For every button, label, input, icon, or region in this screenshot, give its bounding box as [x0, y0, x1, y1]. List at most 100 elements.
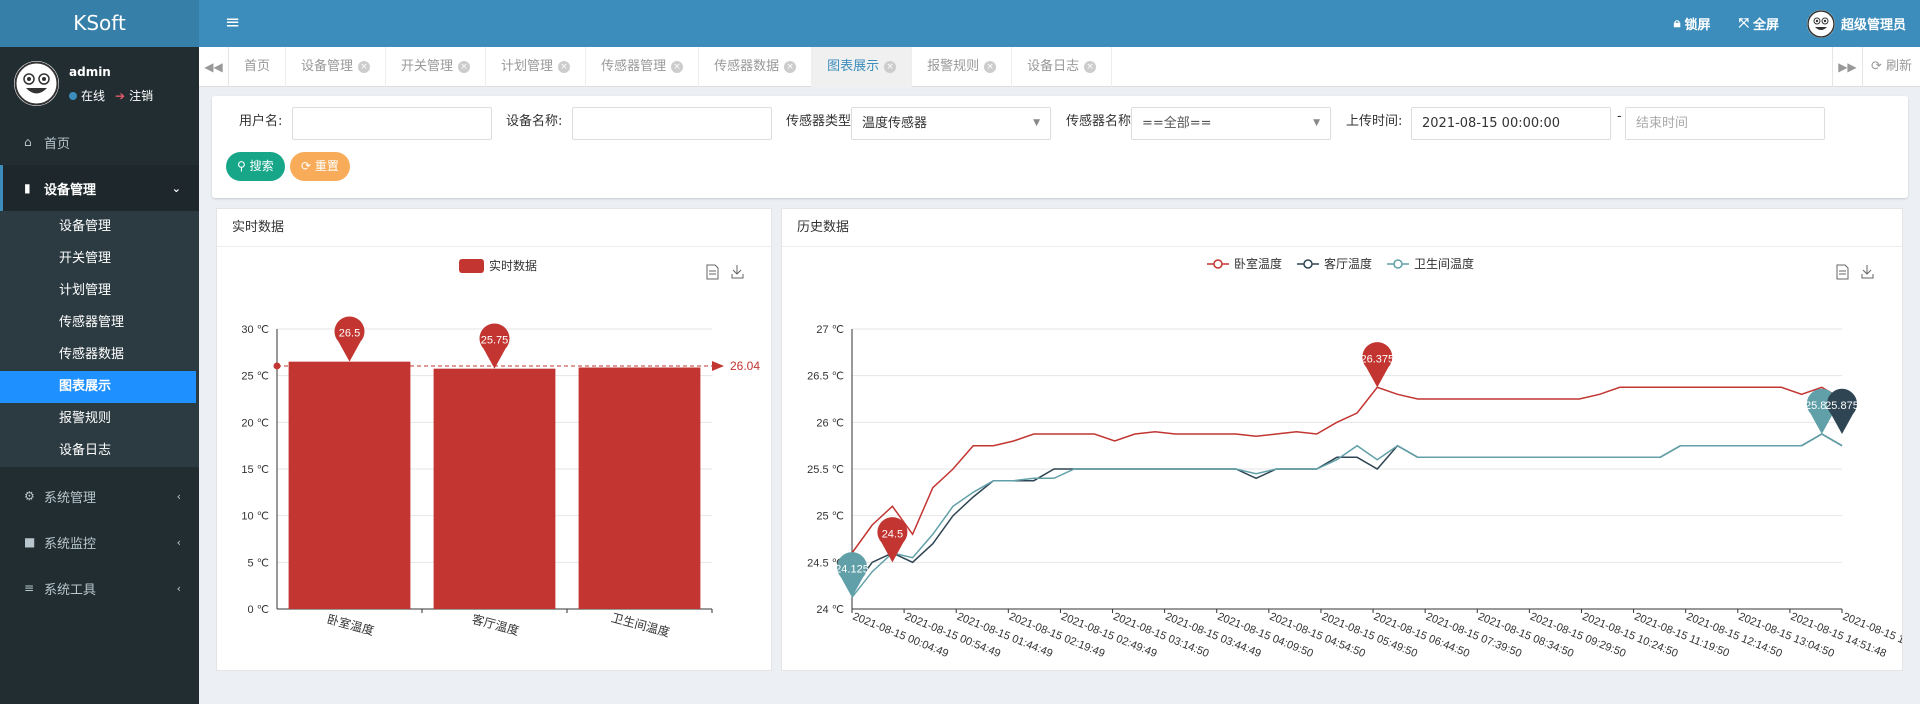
- close-icon[interactable]: ×: [671, 61, 684, 73]
- submenu-item-device[interactable]: 设备管理: [0, 211, 199, 243]
- submenu-item-sensor-data[interactable]: 传感器数据: [0, 339, 199, 371]
- sidebar-item-label: 设备管理: [44, 182, 97, 198]
- search-icon: ⚲: [237, 159, 246, 173]
- sidebar-item-label: 系统监控: [44, 536, 97, 552]
- sidebar-toggle-button[interactable]: ≡: [210, 0, 255, 47]
- tab-alarm-rule[interactable]: 报警规则 ×: [912, 47, 1013, 87]
- legend-label: 客厅温度: [1324, 256, 1372, 271]
- max-mark-pin: 25.75: [479, 323, 510, 369]
- chevron-down-icon: ▼: [1313, 118, 1320, 128]
- end-time-input[interactable]: 结束时间: [1625, 107, 1825, 140]
- bar: [578, 367, 701, 609]
- sidebar-item-system-management[interactable]: ⚙ 系统管理 ‹: [0, 473, 199, 519]
- close-icon[interactable]: ×: [458, 61, 471, 73]
- device-name-label: 设备名称:: [506, 114, 563, 129]
- mark-pin-label: 25.75: [481, 335, 509, 347]
- username-input[interactable]: [292, 107, 492, 140]
- y-tick-label: 5 ℃: [247, 557, 269, 569]
- y-tick-label: 20 ℃: [241, 417, 269, 429]
- y-tick-label: 25 ℃: [816, 511, 844, 523]
- y-tick-label: 0 ℃: [247, 604, 269, 616]
- close-icon[interactable]: ×: [884, 61, 897, 73]
- refresh-button[interactable]: ⟳ 刷新: [1861, 47, 1920, 87]
- refresh-icon: ⟳: [301, 159, 312, 173]
- range-separator: -: [1617, 109, 1622, 124]
- chevron-down-icon: ▼: [1033, 118, 1040, 128]
- sensor-name-value: ==全部==: [1142, 116, 1212, 131]
- submenu-item-alarm-rule[interactable]: 报警规则: [0, 403, 199, 435]
- sidebar: admin 在线 ➔ 注销 ⌂ 首页 ▮ 设备管理 ⌄ 设备管理 开关管理 计划…: [0, 47, 199, 704]
- y-tick-label: 26 ℃: [816, 417, 844, 429]
- average-line-arrow: [712, 360, 724, 371]
- series-line: [851, 433, 1843, 591]
- mark-pin: 24.125: [835, 552, 869, 598]
- tab-sensor-data[interactable]: 传感器数据 ×: [699, 47, 813, 87]
- mark-pin-label: 25.875: [1825, 400, 1859, 412]
- refresh-label: 刷新: [1885, 59, 1912, 74]
- submenu-item-sensor[interactable]: 传感器管理: [0, 307, 199, 339]
- search-button[interactable]: ⚲ 搜索: [226, 152, 285, 181]
- sensor-type-label: 传感器类型: [786, 114, 852, 129]
- submenu-item-device-log[interactable]: 设备日志: [0, 435, 199, 467]
- close-icon[interactable]: ×: [1084, 61, 1097, 73]
- submenu-item-chart[interactable]: 图表展示: [0, 371, 196, 403]
- legend-label: 卫生间温度: [1414, 256, 1474, 271]
- start-time-input[interactable]: 2021-08-15 00:00:00: [1411, 107, 1611, 140]
- tab-device[interactable]: 设备管理 ×: [286, 47, 387, 87]
- user-panel: admin 在线 ➔ 注销: [0, 47, 199, 119]
- tab-scroll-left-button[interactable]: ◀◀: [199, 47, 229, 87]
- close-icon[interactable]: ×: [358, 61, 371, 73]
- fullscreen-button[interactable]: ⤧ 全屏: [1739, 14, 1779, 33]
- close-icon[interactable]: ×: [784, 61, 797, 73]
- sensor-type-select[interactable]: 温度传感器 ▼: [851, 107, 1051, 140]
- y-tick-label: 30 ℃: [241, 324, 269, 336]
- reset-button[interactable]: ⟳ 重置: [290, 152, 350, 181]
- app-logo[interactable]: KSoft: [0, 0, 199, 47]
- device-name-input[interactable]: [572, 107, 772, 140]
- backward-icon: ◀◀: [204, 60, 223, 74]
- refresh-icon: ⟳: [1870, 59, 1882, 74]
- online-dot-icon: [69, 91, 77, 100]
- tab-scroll-right-button[interactable]: ▶▶: [1831, 47, 1862, 87]
- lock-screen-button[interactable]: 🔒︎ 锁屏: [1674, 14, 1711, 33]
- tab-chart[interactable]: 图表展示 ×: [812, 47, 913, 87]
- user-status: 在线 ➔ 注销: [69, 87, 153, 104]
- upload-time-label: 上传时间:: [1346, 114, 1403, 129]
- logout-label: 注销: [129, 89, 154, 103]
- top-navbar: KSoft ≡ 🔒︎ 锁屏 ⤧ 全屏 超级管理员: [0, 0, 1920, 47]
- legend-label: 实时数据: [489, 258, 537, 273]
- submenu-item-switch[interactable]: 开关管理: [0, 243, 199, 275]
- x-tick-label: 卫生间温度: [610, 610, 672, 640]
- search-button-label: 搜索: [249, 159, 274, 173]
- logout-link[interactable]: ➔ 注销: [115, 87, 153, 104]
- submenu-item-plan[interactable]: 计划管理: [0, 275, 199, 307]
- legend-swatch: [459, 259, 484, 273]
- download-icon: [1861, 265, 1874, 279]
- hamburger-icon: ≡: [224, 12, 241, 33]
- sidebar-item-system-tools[interactable]: ≡ 系统工具 ‹: [0, 565, 199, 611]
- close-icon[interactable]: ×: [558, 61, 571, 73]
- user-menu-button[interactable]: 超级管理员: [1806, 9, 1906, 38]
- tab-label: 设备管理: [301, 59, 354, 74]
- sidebar-item-system-monitor[interactable]: ■ 系统监控 ‹: [0, 519, 199, 565]
- x-tick-label: 2021-08-15 00:04:49: [851, 611, 950, 660]
- tab-home[interactable]: 首页: [229, 47, 287, 87]
- sign-out-icon: ➔: [115, 88, 126, 103]
- sensor-name-select[interactable]: ==全部== ▼: [1131, 107, 1331, 140]
- tab-bar: ◀◀ 首页 设备管理 × 开关管理 × 计划管理 × 传感器管理 × 传感器数据 × 图表…: [199, 47, 1920, 87]
- history-panel-title: 历史数据: [782, 209, 1902, 247]
- tab-plan[interactable]: 计划管理 ×: [486, 47, 587, 87]
- tab-device-log[interactable]: 设备日志 ×: [1012, 47, 1113, 87]
- close-icon[interactable]: ×: [984, 61, 997, 73]
- tab-sensor[interactable]: 传感器管理 ×: [586, 47, 700, 87]
- sidebar-item-label: 首页: [44, 136, 71, 152]
- sidebar-item-device-management[interactable]: ▮ 设备管理 ⌄: [0, 165, 199, 211]
- history-panel: 历史数据 卧室温度 客厅温度 卫生间温度 24 ℃ 24.5 ℃ 25 ℃ 25.5 ℃ 26…: [781, 208, 1903, 671]
- sidebar-item-home[interactable]: ⌂ 首页: [0, 119, 199, 165]
- device-submenu: 设备管理 开关管理 计划管理 传感器管理 传感器数据 图表展示 报警规则 设备日…: [0, 211, 199, 467]
- mark-pin-label: 24.125: [835, 563, 869, 575]
- video-icon: ■: [24, 535, 36, 549]
- expand-icon: ⤧: [1738, 16, 1749, 31]
- sidebar-item-label: 系统管理: [44, 490, 97, 506]
- tab-switch[interactable]: 开关管理 ×: [386, 47, 487, 87]
